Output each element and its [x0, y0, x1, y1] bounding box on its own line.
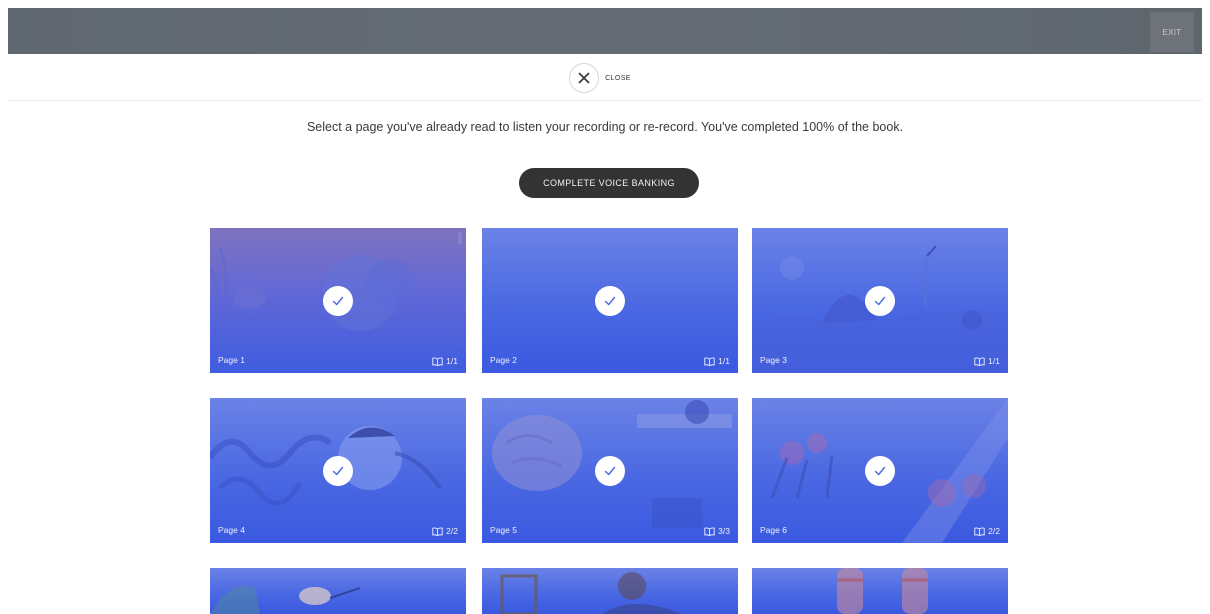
page-label: Page 6 — [760, 525, 787, 535]
book-icon — [432, 357, 443, 366]
page-label: Page 2 — [490, 355, 517, 365]
page-count: 2/2 — [974, 526, 1000, 536]
page-illustration — [210, 585, 361, 614]
page-count: 3/3 — [704, 526, 730, 536]
book-icon — [974, 357, 985, 366]
checkmark-icon — [865, 286, 895, 316]
close-control[interactable]: CLOSE — [0, 60, 1210, 96]
checkmark-icon — [595, 286, 625, 316]
page-count: 1/1 — [974, 356, 1000, 366]
page-label: Page 3 — [760, 355, 787, 365]
book-icon — [974, 527, 985, 536]
page-tile-8[interactable] — [482, 568, 738, 614]
page-illustration — [500, 572, 682, 614]
checkmark-icon — [323, 456, 353, 486]
close-icon[interactable] — [569, 63, 600, 93]
page-tile-2[interactable]: Page 2 1/1 — [482, 228, 738, 373]
book-icon — [704, 527, 715, 536]
page-tile-9[interactable] — [752, 568, 1008, 614]
page-tile-3[interactable]: Page 3 1/1 — [752, 228, 1008, 373]
page-tile-1[interactable]: Page 1 1/1 — [210, 228, 466, 373]
page-tile-4[interactable]: Page 4 2/2 — [210, 398, 466, 543]
checkmark-icon — [595, 456, 625, 486]
checkmark-icon — [323, 286, 353, 316]
page-label: Page 4 — [218, 525, 245, 535]
page-count: 1/1 — [432, 356, 458, 366]
page-tile-6[interactable]: Page 6 2/2 — [752, 398, 1008, 543]
exit-button[interactable]: EXIT — [1150, 12, 1194, 52]
header-divider — [8, 100, 1202, 101]
complete-voice-banking-button[interactable]: COMPLETE VOICE BANKING — [519, 168, 699, 198]
page-illustration — [837, 568, 928, 614]
page-label: Page 1 — [218, 355, 245, 365]
page-tile-5[interactable]: Page 5 3/3 — [482, 398, 738, 543]
page-tile-7[interactable] — [210, 568, 466, 614]
close-label: CLOSE — [605, 74, 631, 82]
book-icon — [432, 527, 443, 536]
top-bar: EXIT — [8, 8, 1202, 54]
checkmark-icon — [865, 456, 895, 486]
instructions-text: Select a page you've already read to lis… — [306, 120, 904, 134]
book-icon — [704, 357, 715, 366]
page-label: Page 5 — [490, 525, 517, 535]
page-count: 2/2 — [432, 526, 458, 536]
page-count: 1/1 — [704, 356, 730, 366]
